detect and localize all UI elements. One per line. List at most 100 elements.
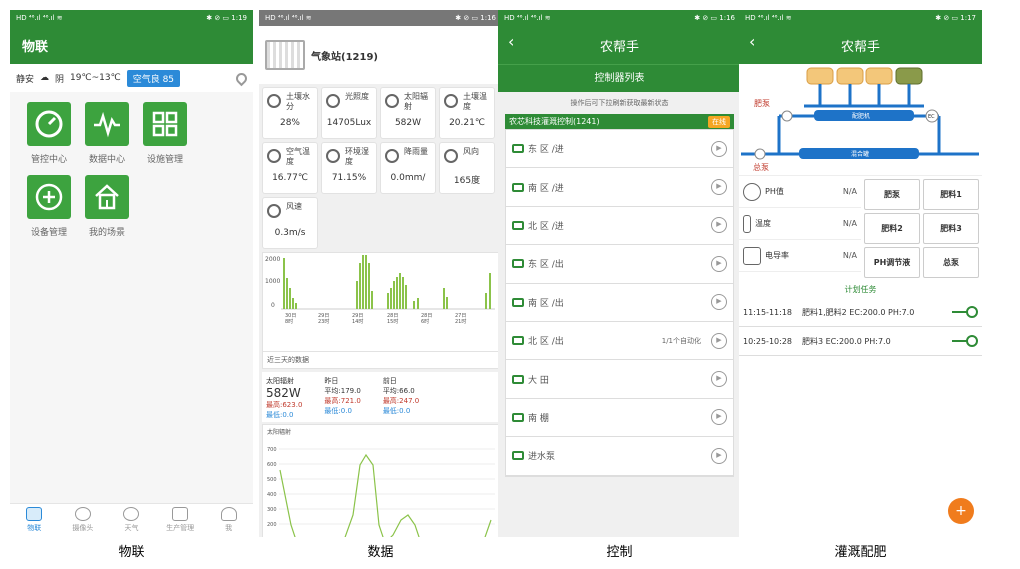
monitor-icon [26, 507, 43, 521]
svg-text:300: 300 [267, 507, 277, 513]
sensor-value: 165度 [453, 176, 481, 186]
thermometer-icon [267, 149, 281, 163]
yesterday-avg: 平均:179.0 [324, 387, 361, 395]
sensor-card[interactable]: 太阳辐射 582W [380, 87, 436, 139]
main-pump-icon[interactable] [754, 148, 766, 160]
nav-item-production[interactable]: 生产管理 [156, 504, 205, 537]
main-pump-button[interactable]: 总泵 [923, 247, 979, 278]
sensor-card[interactable]: 风速 0.3m/s [262, 197, 318, 249]
nav-item-weather[interactable]: 天气 [107, 504, 156, 537]
valve-icon [512, 451, 524, 461]
location-pin-icon[interactable] [233, 70, 250, 86]
x-ticks: 30日8时 29日23时 29日14时 28日15时 28日6时 27日21时 [285, 313, 466, 325]
play-icon[interactable]: ▶ [711, 140, 727, 157]
control-screen: HD ⁴⁶.ıl ⁴⁶.ıl ≋ ✱ ⊘ ▭ 1:16 ‹ 农帮手 控制器列表 … [498, 10, 741, 537]
yesterday-label: 昨日 [324, 377, 339, 385]
before-avg: 平均:66.0 [382, 387, 415, 395]
chart-note: 近三天的数据 [262, 352, 499, 369]
grid-lines [279, 448, 495, 525]
valve-row[interactable]: 南 区 /进 ▶ [506, 168, 733, 207]
tile-control-center[interactable]: 管控中心 [20, 102, 78, 165]
valve-row[interactable]: 北 区 /出 1/1个自动化 ▶ [506, 322, 733, 361]
valve-row[interactable]: 北 区 /进 ▶ [506, 207, 733, 246]
sensor-card[interactable]: 光照度 14705Lux [321, 87, 377, 139]
tile-device-management[interactable]: 设备管理 [20, 175, 78, 238]
humidity-icon [326, 149, 340, 163]
city-label: 静安 [16, 74, 35, 85]
back-arrow-icon[interactable]: ‹ [749, 32, 755, 51]
valve-row[interactable]: 东 区 /进 ▶ [506, 130, 733, 169]
caption-data: 数据 [367, 545, 394, 560]
valve-row[interactable]: 进水泵 ▶ [506, 437, 733, 476]
add-task-button[interactable]: + [948, 498, 974, 524]
fertilizer-tanks [806, 67, 923, 85]
nav-item-camera[interactable]: 摄像头 [59, 504, 108, 537]
sensor-card[interactable]: 土壤水分 28% [262, 87, 318, 139]
valve-label: 北 区 /进 [528, 221, 564, 232]
task-time: 10:25-10:28 [743, 336, 792, 346]
valve-row[interactable]: 东 区 /出 ▶ [506, 245, 733, 284]
fertilizer-1-button[interactable]: 肥料1 [923, 179, 979, 210]
pulse-icon [85, 102, 129, 146]
ph-solution-button[interactable]: PH调节液 [864, 247, 920, 278]
task-toggle[interactable] [952, 306, 978, 318]
controller-list-header: 控制器列表 [498, 64, 741, 92]
fert-pump-button[interactable]: 肥泵 [864, 179, 920, 210]
task-row: 11:15-11:18 肥料1,肥料2 EC:200.0 PH:7.0 [739, 298, 982, 327]
controller-header[interactable]: 农芯科技灌溉控制(1241) 在线 [505, 114, 734, 129]
tile-facility-management[interactable]: 设施管理 [136, 102, 194, 165]
play-icon[interactable]: ▶ [711, 294, 727, 311]
controller-name: 农芯科技灌溉控制(1241) [509, 117, 600, 126]
svg-text:14时: 14时 [352, 318, 363, 325]
task-toggle[interactable] [952, 335, 978, 347]
valve-row[interactable]: 南 棚 ▶ [506, 399, 733, 438]
sensor-card[interactable]: 土壤温度 20.21℃ [439, 87, 495, 139]
fertilizer-2-button[interactable]: 肥料2 [864, 213, 920, 244]
sensor-card[interactable]: 环境湿度 71.15% [321, 142, 377, 194]
plan-title: 计划任务 [844, 285, 877, 294]
svg-text:6时: 6时 [421, 318, 429, 325]
sensor-card[interactable]: 空气温度 16.77℃ [262, 142, 318, 194]
chart-bars [283, 255, 491, 309]
y-tick: 1000 [265, 278, 280, 285]
bottom-navigation: 物联 摄像头 天气 生产管理 我 [10, 503, 253, 537]
sensor-value: 16.77℃ [272, 173, 308, 183]
chart-title: 太阳辐射 [267, 428, 291, 436]
main-pump-label: 总泵 [753, 162, 769, 172]
play-icon[interactable]: ▶ [711, 332, 727, 349]
play-icon[interactable]: ▶ [711, 179, 727, 196]
today-column: 太阳辐射 582W 最高:623.0 最低:0.0 [266, 376, 302, 419]
svg-text:200: 200 [267, 522, 277, 528]
tile-label: 我的场景 [88, 228, 125, 238]
sensor-name: 降雨量 [404, 147, 428, 156]
param-value: N/A [842, 187, 857, 196]
nav-item-me[interactable]: 我 [204, 504, 253, 537]
back-arrow-icon[interactable]: ‹ [508, 32, 514, 51]
fert-pump-label: 肥泵 [754, 99, 770, 108]
tile-data-center[interactable]: 数据中心 [78, 102, 136, 165]
play-icon[interactable]: ▶ [711, 447, 727, 464]
play-icon[interactable]: ▶ [711, 217, 727, 234]
fertilizer-3-button[interactable]: 肥料3 [923, 213, 979, 244]
play-icon[interactable]: ▶ [711, 409, 727, 426]
param-name: 温度 [755, 219, 771, 228]
line-chart-svg: 太阳辐射 700 600 500 400 300 200 100 [267, 428, 495, 537]
play-icon[interactable]: ▶ [711, 255, 727, 272]
task-row: 10:25-10:28 肥料3 EC:200.0 PH:7.0 [739, 327, 982, 356]
play-icon[interactable]: ▶ [711, 371, 727, 388]
valve-label: 北 区 /出 [528, 337, 564, 348]
sensor-card[interactable]: 降雨量 0.0mm/ [380, 142, 436, 194]
valve-row[interactable]: 大 田 ▶ [506, 360, 733, 399]
status-left: HD ⁴⁶.ıl ⁴⁶.ıl ≋ [16, 14, 63, 22]
grid-icon [143, 102, 187, 146]
page-title: 物联 [22, 39, 49, 55]
sensor-card[interactable]: 风向 165度 [439, 142, 495, 194]
nav-item-iot[interactable]: 物联 [10, 504, 59, 537]
before-min: 最低:0.0 [382, 407, 411, 415]
tile-my-scenes[interactable]: 我的场景 [78, 175, 136, 238]
fert-pump-icon[interactable] [781, 110, 793, 122]
valve-row[interactable]: 南 区 /出 ▶ [506, 284, 733, 322]
valve-icon [512, 336, 524, 346]
radiation-summary: 太阳辐射 582W 最高:623.0 最低:0.0 昨日 平均:179.0 最高… [262, 372, 499, 422]
param-value: N/A [842, 251, 857, 260]
